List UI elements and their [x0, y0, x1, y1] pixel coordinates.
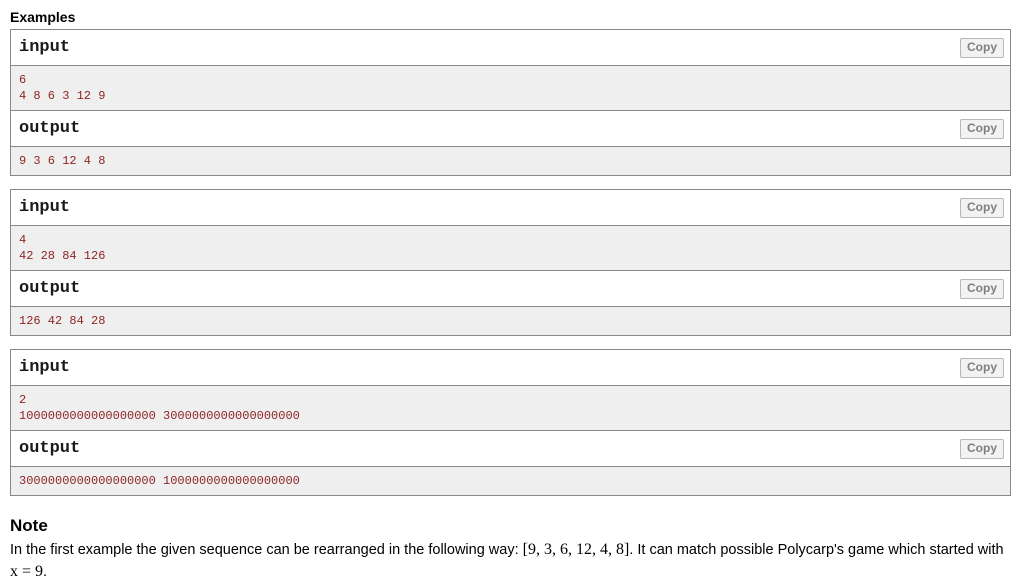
output-line: 9 3 6 12 4 8	[19, 154, 106, 168]
output-data[interactable]: 9 3 6 12 4 8	[11, 146, 1010, 175]
input-label: input	[19, 198, 71, 217]
input-line: 1000000000000000000 3000000000000000000	[19, 409, 300, 423]
copy-button[interactable]: Copy	[960, 119, 1004, 139]
output-line: 3000000000000000000 1000000000000000000	[19, 474, 300, 488]
copy-button[interactable]: Copy	[960, 439, 1004, 459]
output-header: output Copy	[11, 111, 1010, 146]
input-line: 4 8 6 3 12 9	[19, 89, 106, 103]
input-label: input	[19, 38, 71, 57]
output-label: output	[19, 119, 81, 138]
input-label: input	[19, 358, 71, 377]
sample-test: input Copy 6 4 8 6 3 12 9 output Copy 9 3…	[10, 29, 1011, 176]
input-line: 2	[19, 393, 27, 407]
output-header: output Copy	[11, 431, 1010, 466]
input-header: input Copy	[11, 190, 1010, 225]
output-line: 126 42 84 28	[19, 314, 106, 328]
output-header: output Copy	[11, 271, 1010, 306]
input-header: input Copy	[11, 30, 1010, 65]
output-label: output	[19, 439, 81, 458]
note-body: In the first example the given sequence …	[10, 539, 1011, 583]
input-header: input Copy	[11, 350, 1010, 385]
input-line: 6	[19, 73, 27, 87]
input-data[interactable]: 4 42 28 84 126	[11, 225, 1010, 271]
copy-button[interactable]: Copy	[960, 279, 1004, 299]
output-label: output	[19, 279, 81, 298]
note-math-sequence: [9, 3, 6, 12, 4, 8]	[522, 541, 630, 558]
sample-test: input Copy 2 1000000000000000000 30000000…	[10, 349, 1011, 496]
note-text-part1: In the first example the given sequence …	[10, 542, 523, 558]
note-text-part2: . It can match possible Polycarp's game …	[629, 542, 1004, 558]
copy-button[interactable]: Copy	[960, 38, 1004, 58]
output-data[interactable]: 126 42 84 28	[11, 306, 1010, 335]
examples-heading: Examples	[10, 9, 76, 25]
input-data[interactable]: 6 4 8 6 3 12 9	[11, 65, 1010, 111]
input-line: 42 28 84 126	[19, 249, 106, 263]
input-data[interactable]: 2 1000000000000000000 3000000000000000000	[11, 385, 1010, 431]
copy-button[interactable]: Copy	[960, 198, 1004, 218]
input-line: 4	[19, 233, 27, 247]
note-text-part3: .	[43, 564, 48, 580]
note-math-x: x = 9	[10, 563, 44, 580]
copy-button[interactable]: Copy	[960, 358, 1004, 378]
output-data[interactable]: 3000000000000000000 1000000000000000000	[11, 466, 1010, 495]
sample-tests-container: input Copy 6 4 8 6 3 12 9 output Copy 9 3…	[10, 29, 1011, 496]
problem-statement-page: Examples input Copy 6 4 8 6 3 12 9 output…	[0, 0, 1021, 583]
sample-test: input Copy 4 42 28 84 126 output Copy 126…	[10, 189, 1011, 336]
note-heading: Note	[10, 516, 48, 535]
